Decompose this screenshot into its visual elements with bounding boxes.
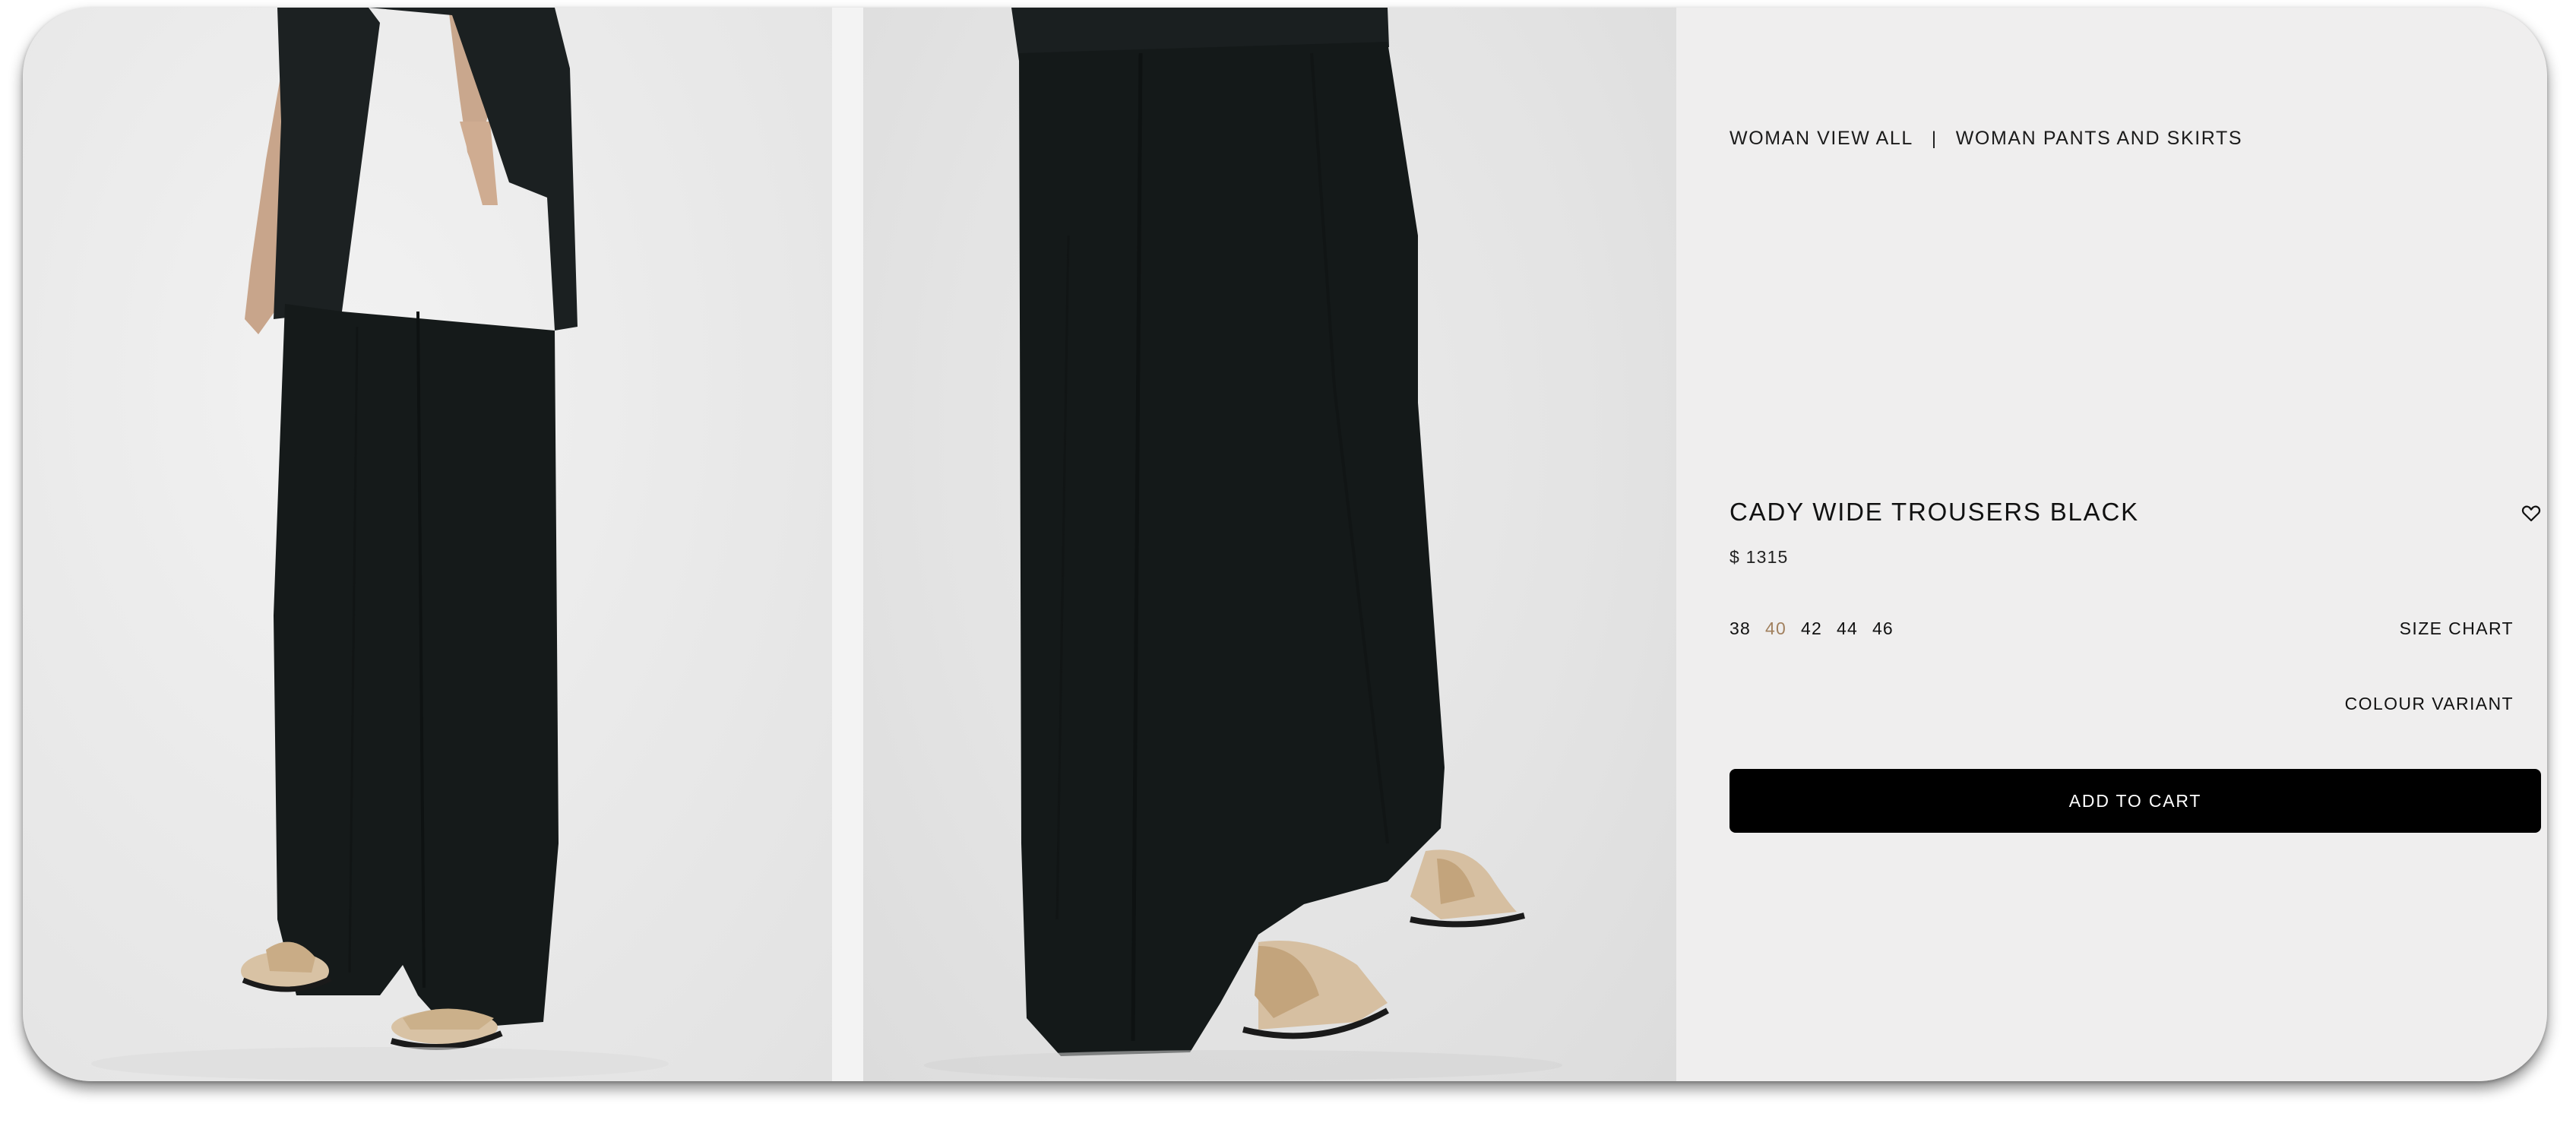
size-chart-link[interactable]: SIZE CHART	[2400, 618, 2514, 639]
product-page-window: WOMAN VIEW ALL | WOMAN PANTS AND SKIRTS …	[23, 8, 2547, 1081]
product-detail-panel: WOMAN VIEW ALL | WOMAN PANTS AND SKIRTS …	[1676, 8, 2547, 1081]
wishlist-button[interactable]	[2520, 501, 2543, 524]
product-photo-side-view[interactable]	[23, 8, 832, 1081]
heart-icon	[2521, 505, 2541, 522]
breadcrumb: WOMAN VIEW ALL | WOMAN PANTS AND SKIRTS	[1729, 128, 2242, 150]
size-option-42[interactable]: 42	[1801, 618, 1822, 639]
product-price: $ 1315	[1729, 547, 1789, 567]
product-title: CADY WIDE TROUSERS BLACK	[1729, 498, 2139, 526]
add-to-cart-button[interactable]: ADD TO CART	[1729, 769, 2541, 833]
size-option-38[interactable]: 38	[1729, 618, 1751, 639]
breadcrumb-item-woman-pants-and-skirts[interactable]: WOMAN PANTS AND SKIRTS	[1956, 128, 2242, 150]
size-option-46[interactable]: 46	[1872, 618, 1894, 639]
size-option-44[interactable]: 44	[1837, 618, 1858, 639]
breadcrumb-separator: |	[1931, 128, 1938, 149]
size-option-40[interactable]: 40	[1765, 618, 1786, 639]
gallery-gap	[832, 8, 863, 1081]
colour-variant-link[interactable]: COLOUR VARIANT	[2345, 694, 2514, 714]
product-photo-side-view-illustration	[91, 8, 669, 1080]
breadcrumb-item-woman-view-all[interactable]: WOMAN VIEW ALL	[1729, 128, 1913, 150]
product-photo-front-view[interactable]	[863, 8, 1676, 1081]
size-selector: 38 40 42 44 46	[1729, 618, 1894, 639]
product-photo-front-view-illustration	[924, 8, 1562, 1080]
